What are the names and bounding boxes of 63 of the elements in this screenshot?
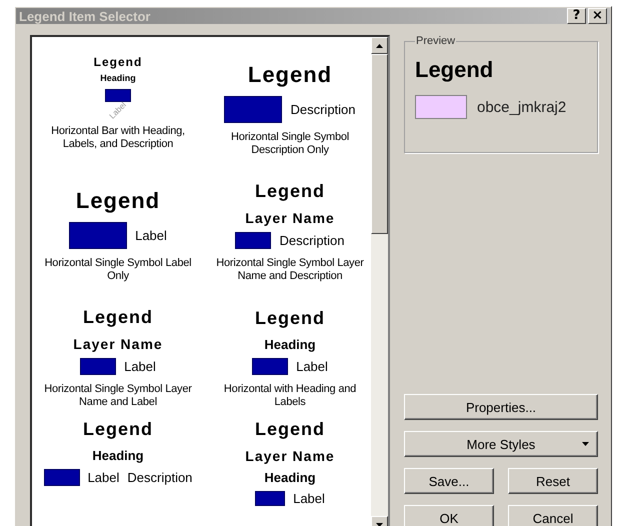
scroll-thumb[interactable] [371,54,388,234]
scrollbar[interactable] [371,37,388,526]
sample-label: Label [88,470,120,486]
sample-layer-name: Layer Name [245,448,335,464]
help-button[interactable]: ? [567,8,586,24]
sample-title: Legend [82,419,153,440]
sample-label: Description [290,102,356,117]
legend-style-item[interactable]: Legend Description Horizontal Single Symbol Description Only [204,37,371,163]
sample-heading: Heading [92,448,144,463]
style-caption: Horizontal Single Symbol Layer Name and Label [43,383,193,409]
preview-label: Preview [415,35,456,47]
style-caption: Horizontal Single Symbol Description Only [230,131,350,157]
sample-title: Legend [254,180,325,202]
style-caption: Horizontal Single Symbol Layer Name and Description [215,257,365,283]
sample-title: Legend [94,55,142,70]
sample-label: Label [293,491,325,506]
sample-title: Legend [82,306,153,328]
sample-title: Legend [254,419,325,440]
legend-style-item[interactable]: Legend Layer Name Description Horizontal Single Symbol Layer Name and Description [204,163,371,289]
legend-style-item[interactable]: Legend Layer Name Label Horizontal Single Symbol Layer Name and Label [32,289,204,415]
sample-swatch [80,358,116,375]
scroll-up-button[interactable] [371,37,388,54]
sample-layer-name: Layer Name [73,336,163,352]
style-caption: Horizontal Single Symbol Label Only [44,257,192,283]
sample-heading: Heading [264,470,316,485]
sample-label: Description [127,470,192,486]
sample-swatch [255,491,286,506]
more-styles-button[interactable]: More Styles [404,431,598,457]
sample-label: Description [279,232,345,248]
legend-style-item[interactable]: Legend Label Horizontal Single Symbol Label Only [32,163,204,289]
caret-icon [582,442,589,446]
sample-layer-name: Layer Name [245,210,335,226]
save-button[interactable]: Save... [404,468,494,494]
sample-swatch [235,232,272,249]
sample-swatch [105,89,131,102]
reset-button[interactable]: Reset [508,468,598,494]
down-arrow-icon [376,522,383,526]
sample-title: Legend [254,308,325,329]
style-caption: Horizontal Bar with Heading, Labels, and Description [50,125,186,151]
sample-title: Legend [248,62,332,88]
sample-label: Label [124,358,156,374]
sample-label: Label [135,228,167,243]
preview-layer-name: obce_jmkraj2 [477,98,566,116]
sample-heading: Heading [100,73,136,84]
close-button[interactable]: × [588,8,607,24]
legend-style-item[interactable]: Legend Heading Label Horizontal with Heading and Labels [204,289,371,415]
sample-swatch [224,96,282,123]
sample-heading: Heading [264,336,316,352]
sample-swatch [44,469,80,486]
style-caption: Horizontal with Heading and Labels [222,383,358,409]
ok-button[interactable]: OK [404,505,494,526]
legend-style-item[interactable]: Legend Heading Label Description [32,415,204,526]
preview-title: Legend [415,57,494,83]
properties-button[interactable]: Properties... [404,394,598,420]
preview-swatch [415,95,467,119]
sample-swatch [69,222,128,249]
legend-style-item[interactable]: Legend Layer Name Heading Label [204,415,371,526]
window-title: Legend Item Selector [19,8,150,24]
up-arrow-icon [376,44,383,48]
cancel-button[interactable]: Cancel [508,505,598,526]
sample-title: Legend [76,188,160,214]
sample-label: Label [296,358,328,374]
sample-swatch [252,358,288,375]
